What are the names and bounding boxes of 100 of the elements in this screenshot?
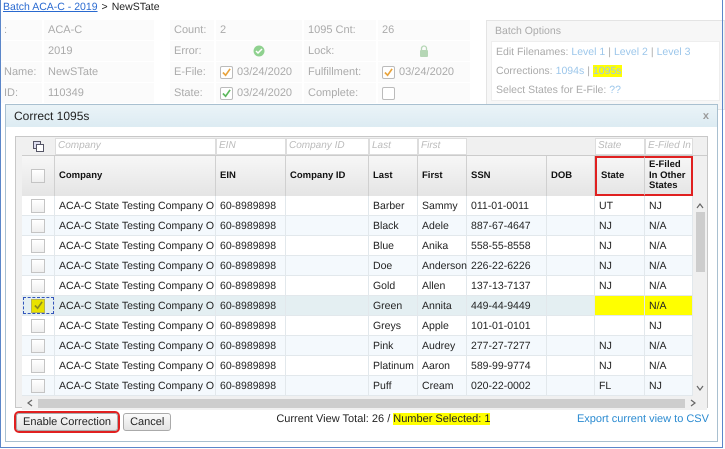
table-cell: ACA-C State Testing Company O bbox=[55, 316, 216, 335]
filter-field[interactable]: Company ID bbox=[286, 138, 369, 155]
scroll-left-icon[interactable] bbox=[26, 399, 34, 407]
date-value: 03/24/2020 bbox=[237, 66, 292, 78]
table-cell: NJ bbox=[595, 216, 645, 235]
filter-field[interactable]: First bbox=[418, 138, 467, 155]
row-checkbox[interactable] bbox=[31, 318, 45, 332]
table-cell: 60-8989898 bbox=[216, 336, 286, 355]
option-link[interactable]: 1094s bbox=[556, 65, 584, 77]
field-value: 2019 bbox=[44, 41, 154, 61]
lock-icon bbox=[419, 45, 429, 57]
table-cell: ACA-C State Testing Company O bbox=[55, 256, 216, 275]
table-cell: Anika bbox=[418, 236, 467, 255]
field-label: : bbox=[0, 20, 42, 40]
table-cell: N/A bbox=[645, 296, 693, 315]
table-cell: 60-8989898 bbox=[216, 276, 286, 295]
copy-icon[interactable] bbox=[33, 141, 44, 152]
field-value: 110349 bbox=[44, 83, 154, 103]
table-cell: 60-8989898 bbox=[216, 256, 286, 275]
table-cell: NJ bbox=[595, 256, 645, 275]
row-checkbox[interactable] bbox=[31, 278, 45, 292]
table-cell: 101-01-0101 bbox=[467, 316, 547, 335]
field-value: 26 bbox=[378, 20, 470, 40]
filter-field[interactable]: Company bbox=[55, 138, 216, 155]
table-cell: NJ bbox=[595, 236, 645, 255]
table-cell: 558-55-8558 bbox=[467, 236, 547, 255]
row-checkbox[interactable] bbox=[31, 338, 45, 352]
table-cell: 277-27-7277 bbox=[467, 336, 547, 355]
option-link[interactable]: Level 2 bbox=[614, 46, 648, 58]
table-cell: Black bbox=[369, 216, 418, 235]
field-value: 2 bbox=[216, 20, 302, 40]
export-link[interactable]: Export current view to CSV bbox=[576, 413, 709, 425]
field-label: 1095 Cnt: bbox=[304, 20, 376, 40]
dialog-button[interactable]: Enable Correction bbox=[16, 413, 118, 431]
table-cell: Allen bbox=[418, 276, 467, 295]
table-cell: Doe bbox=[369, 256, 418, 275]
link-separator: | bbox=[650, 46, 654, 58]
table-cell: Cream bbox=[418, 376, 467, 395]
dialog-button[interactable]: Cancel bbox=[123, 413, 172, 431]
table-cell: ACA-C State Testing Company O bbox=[55, 336, 216, 355]
table-cell: Anderson bbox=[418, 256, 467, 275]
table-cell: 137-13-7137 bbox=[467, 276, 547, 295]
selected-count-text: Number Selected: 1 bbox=[393, 413, 490, 425]
table-cell: 60-8989898 bbox=[216, 356, 286, 375]
table-cell: Annita bbox=[418, 296, 467, 315]
option-link[interactable]: ?? bbox=[609, 84, 621, 96]
view-total-text: Current View Total: 26 / bbox=[276, 413, 390, 425]
table-cell: ACA-C State Testing Company O bbox=[55, 276, 216, 295]
scroll-up-icon[interactable] bbox=[696, 202, 704, 210]
table-cell: ACA-C State Testing Company O bbox=[55, 196, 216, 215]
row-checkbox[interactable] bbox=[31, 378, 45, 392]
checkbox[interactable] bbox=[382, 86, 395, 100]
field-label: Lock: bbox=[304, 41, 376, 61]
table-cell: ACA-C State Testing Company O bbox=[55, 356, 216, 375]
scroll-down-icon[interactable] bbox=[696, 384, 704, 392]
filter-field[interactable]: EIN bbox=[216, 138, 286, 155]
breadcrumb-link[interactable]: Batch ACA-C - 2019 bbox=[3, 1, 98, 13]
table-cell: Puff bbox=[369, 376, 418, 395]
select-all-checkbox[interactable] bbox=[31, 169, 45, 183]
table-cell: 60-8989898 bbox=[216, 216, 286, 235]
table-cell: 60-8989898 bbox=[216, 196, 286, 215]
table-cell: Blue bbox=[369, 236, 418, 255]
table-cell: ACA-C State Testing Company O bbox=[55, 216, 216, 235]
table-cell: UT bbox=[595, 196, 645, 215]
row-checkbox[interactable] bbox=[31, 258, 45, 272]
table-cell: Green bbox=[369, 296, 418, 315]
table-cell: Audrey bbox=[418, 336, 467, 355]
dialog-title: Correct 1095s bbox=[14, 109, 90, 123]
table-cell: Pink bbox=[369, 336, 418, 355]
row-checkbox[interactable] bbox=[31, 238, 45, 252]
close-button[interactable]: x bbox=[702, 110, 709, 122]
table-cell: FL bbox=[595, 376, 645, 395]
option-label: Edit Filenames: bbox=[496, 46, 568, 58]
option-link[interactable]: Level 1 bbox=[571, 46, 606, 58]
panel-title: Batch Options bbox=[494, 24, 562, 39]
row-checkbox[interactable] bbox=[31, 358, 45, 372]
filter-field[interactable]: E-Filed In bbox=[645, 138, 693, 155]
field-label: Fulfillment: bbox=[304, 62, 376, 82]
link-separator: | bbox=[587, 65, 590, 77]
scroll-right-icon[interactable] bbox=[689, 399, 697, 407]
scrollbar-thumb[interactable] bbox=[696, 212, 704, 272]
row-checkbox[interactable] bbox=[31, 298, 45, 312]
date-value: 03/24/2020 bbox=[399, 66, 454, 78]
field-label: Complete: bbox=[304, 83, 376, 103]
table-cell: Aaron bbox=[418, 356, 467, 375]
table-cell: Greys bbox=[369, 316, 418, 335]
option-link[interactable]: 1095s bbox=[592, 65, 622, 77]
option-link[interactable]: Level 3 bbox=[656, 46, 690, 58]
row-checkbox[interactable] bbox=[31, 218, 45, 232]
filter-field[interactable]: State bbox=[595, 138, 645, 155]
option-label: Corrections: bbox=[496, 65, 553, 77]
table-cell: 887-67-4647 bbox=[467, 216, 547, 235]
filter-field[interactable]: Last bbox=[369, 138, 418, 155]
table-cell: 60-8989898 bbox=[216, 376, 286, 395]
field-label: Name: bbox=[0, 62, 42, 82]
table-cell: Sammy bbox=[418, 196, 467, 215]
table-cell: 589-99-9774 bbox=[467, 356, 547, 375]
table-cell: 60-8989898 bbox=[216, 236, 286, 255]
scrollbar-thumb[interactable] bbox=[38, 398, 685, 408]
row-checkbox[interactable] bbox=[31, 198, 45, 212]
